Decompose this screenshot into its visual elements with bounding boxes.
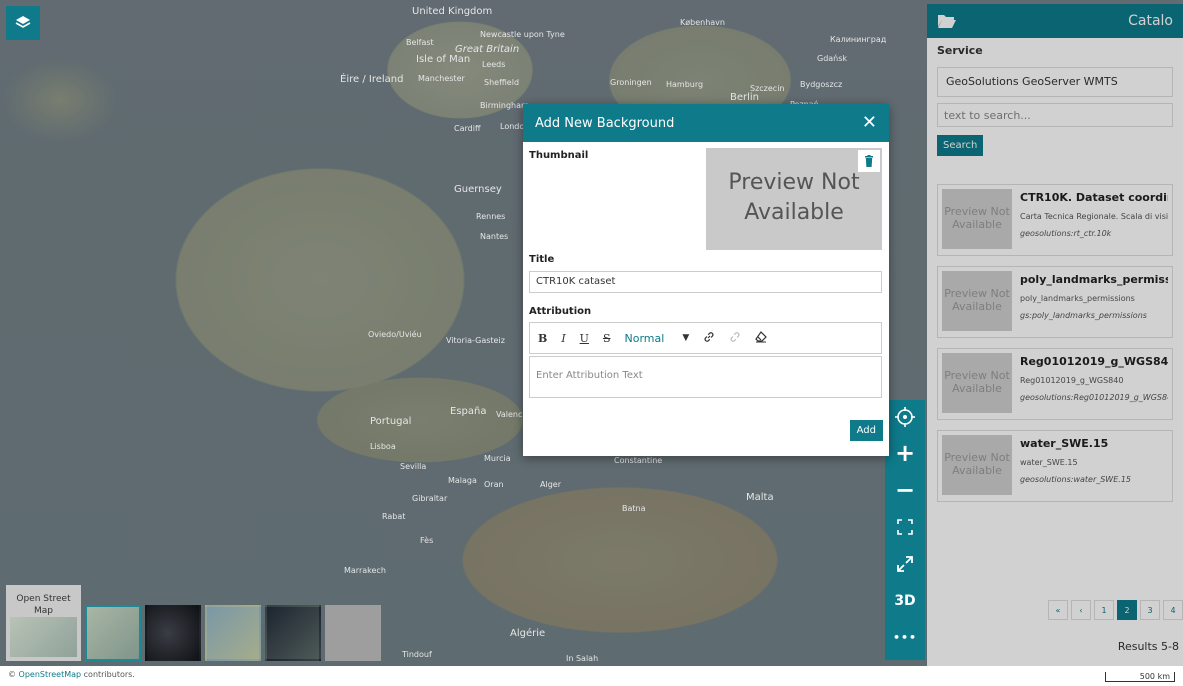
map-label: United Kingdom <box>412 6 493 17</box>
strike-button[interactable]: S <box>603 332 611 345</box>
map-label: Constantine <box>614 456 663 465</box>
map-label: Birmingham <box>480 101 529 110</box>
map-label: København <box>680 18 725 27</box>
layers-icon <box>15 16 31 28</box>
map-label: Gibraltar <box>412 494 448 503</box>
zoom-out-button[interactable]: − <box>885 471 925 508</box>
background-preview <box>10 617 77 657</box>
layers-button[interactable] <box>6 6 40 40</box>
thumbnail-preview[interactable]: Preview Not Available <box>706 148 882 250</box>
map-label: Groningen <box>610 78 652 87</box>
underline-button[interactable]: U <box>580 332 589 345</box>
map-toolbar: + − 3D ••• <box>885 400 925 660</box>
map-label: Alger <box>540 480 561 489</box>
thumbnail-label: Thumbnail <box>529 150 589 161</box>
attribution-prefix: © <box>8 670 16 679</box>
map-label: Guernsey <box>454 184 502 195</box>
map-label: Berlin <box>730 92 760 103</box>
dialog-header: Add New Background ✕ <box>523 104 889 142</box>
crosshair-icon <box>895 407 915 427</box>
scale-bar: 500 km <box>1105 672 1175 682</box>
map-label: Oran <box>484 480 504 489</box>
map-label: Leeds <box>482 60 506 69</box>
clear-format-icon[interactable] <box>755 330 768 346</box>
background-option[interactable] <box>85 605 141 661</box>
format-select[interactable]: Normal ▼ <box>625 332 690 345</box>
locate-button[interactable] <box>885 400 925 434</box>
trash-icon <box>865 155 873 167</box>
map-label: Tindouf <box>402 650 432 659</box>
zoom-in-button[interactable]: + <box>885 434 925 471</box>
attribution-text-area[interactable]: Enter Attribution Text <box>529 356 882 398</box>
dialog-title: Add New Background <box>535 115 675 131</box>
delete-thumbnail-button[interactable] <box>858 150 880 172</box>
map-label: Nantes <box>480 232 509 241</box>
map-label: Gdańsk <box>817 54 848 63</box>
attribution-bar: © OpenStreetMap contributors. <box>0 666 1183 686</box>
background-option-empty[interactable] <box>325 605 381 661</box>
expand-arrows-icon <box>897 518 913 535</box>
background-label: Open Street Map <box>16 594 71 616</box>
title-label: Title <box>529 254 555 265</box>
chevron-down-icon: ▼ <box>682 333 690 343</box>
map-label: Marrakech <box>344 566 386 575</box>
map-label: Oviedo/Uviéu <box>368 330 422 339</box>
background-option[interactable] <box>205 605 261 661</box>
map-label: Fès <box>420 536 434 545</box>
zoom-to-extent-button[interactable] <box>885 508 925 545</box>
bold-button[interactable]: B <box>538 332 547 345</box>
preview-text: Preview Not Available <box>728 170 860 225</box>
map-label: Sheffield <box>484 78 520 87</box>
map-label: Newcastle upon Tyne <box>480 30 565 39</box>
background-selector: Open Street Map <box>6 585 381 661</box>
title-input[interactable]: CTR10K cataset <box>529 271 882 293</box>
map-label: España <box>450 406 487 417</box>
map-label: Manchester <box>418 74 465 83</box>
link-icon[interactable] <box>703 331 715 346</box>
map-label: Hamburg <box>666 80 704 89</box>
map-label: Lisboa <box>370 442 396 451</box>
add-button[interactable]: Add <box>849 420 883 441</box>
map-label: Rennes <box>476 212 506 221</box>
map-label: In Salah <box>566 654 599 663</box>
attribution-suffix: contributors. <box>83 670 135 679</box>
toggle-3d-button[interactable]: 3D <box>885 582 925 619</box>
background-open-street-map[interactable]: Open Street Map <box>6 585 81 661</box>
map-label: Malaga <box>448 476 477 485</box>
map-label: Malta <box>746 492 774 503</box>
map-label: Isle of Man <box>416 54 471 65</box>
map-label: Portugal <box>370 416 412 427</box>
add-background-dialog: Add New Background ✕ Thumbnail Preview N… <box>523 104 889 456</box>
fullscreen-icon <box>897 555 913 572</box>
map-label: Éire / Ireland <box>340 74 404 85</box>
map-label: Algérie <box>510 628 546 639</box>
map-label: Cardiff <box>454 124 481 133</box>
attribution-editor-toolbar: B I U S Normal ▼ <box>529 322 882 354</box>
attribution-label: Attribution <box>529 306 592 317</box>
map-label: Rabat <box>382 512 406 521</box>
background-option[interactable] <box>265 605 321 661</box>
dialog-body: Thumbnail Preview Not Available Title CT… <box>523 142 889 456</box>
italic-button[interactable]: I <box>561 332 565 345</box>
map-label: Murcia <box>484 454 511 463</box>
catalog-panel: Catalo Service GeoSolutions GeoServer WM… <box>927 4 1183 666</box>
map-label: Bydgoszcz <box>800 80 843 89</box>
format-value: Normal <box>624 331 665 345</box>
map-label: Калининград <box>830 35 887 44</box>
background-option[interactable] <box>145 605 201 661</box>
unlink-icon[interactable] <box>729 331 741 346</box>
osm-link[interactable]: OpenStreetMap <box>19 670 82 679</box>
map-label: Batna <box>622 504 646 513</box>
map-label: Vitoria-Gasteiz <box>446 336 505 345</box>
catalog-overlay <box>927 4 1183 666</box>
close-icon[interactable]: ✕ <box>862 114 877 132</box>
map-label: Sevilla <box>400 462 427 471</box>
map-label: Belfast <box>406 38 434 47</box>
more-button[interactable]: ••• <box>885 619 925 656</box>
fullscreen-button[interactable] <box>885 545 925 582</box>
